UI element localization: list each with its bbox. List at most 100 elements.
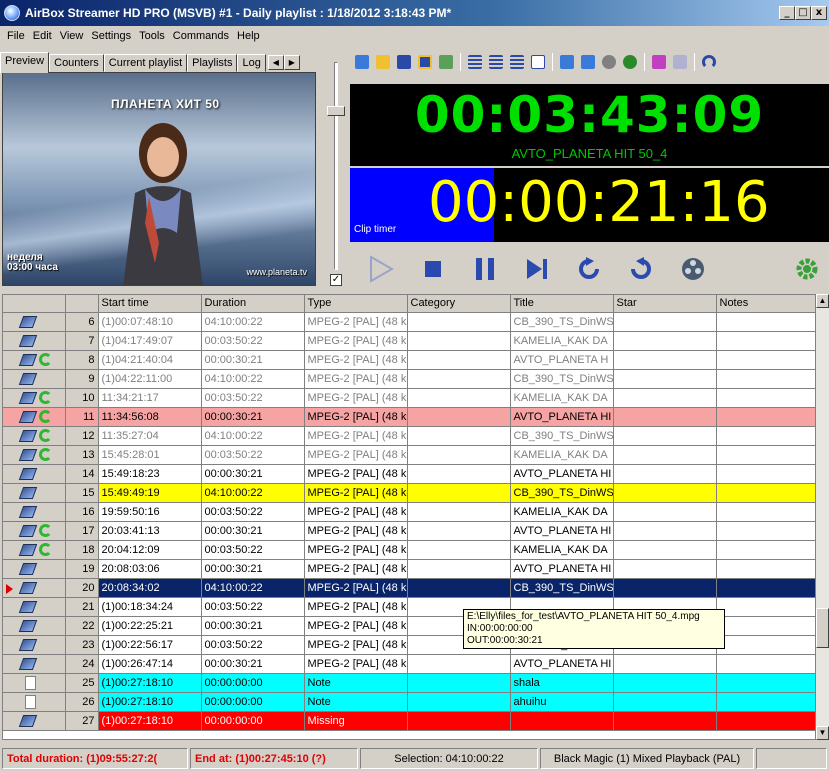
row-indicator[interactable]	[3, 521, 66, 541]
row-type[interactable]: MPEG-2 [PAL] (48 k	[304, 597, 408, 617]
row-notes[interactable]	[716, 711, 815, 731]
row-indicator[interactable]	[3, 388, 66, 408]
col-header-start-time[interactable]: Start time	[98, 295, 202, 313]
row-star[interactable]	[613, 369, 717, 389]
menu-tools[interactable]: Tools	[135, 30, 169, 42]
row-title[interactable]: KAMELIA_KAK DA	[510, 445, 614, 465]
row-category[interactable]	[407, 692, 511, 712]
row-start-time[interactable]: 15:49:18:23	[98, 464, 202, 484]
row-type[interactable]: MPEG-2 [PAL] (48 k	[304, 483, 408, 503]
row-start-time[interactable]: (1)00:26:47:14	[98, 654, 202, 674]
row-duration[interactable]: 00:00:30:21	[201, 559, 305, 579]
row-notes[interactable]	[716, 673, 815, 693]
row-start-time[interactable]: (1)00:27:18:10	[98, 673, 202, 693]
row-start-time[interactable]: 11:34:56:08	[98, 407, 202, 427]
menu-commands[interactable]: Commands	[169, 30, 233, 42]
row-indicator[interactable]	[3, 616, 66, 636]
row-number[interactable]: 20	[65, 578, 99, 598]
row-category[interactable]	[407, 521, 511, 541]
row-category[interactable]	[407, 407, 511, 427]
row-start-time[interactable]: 20:08:03:06	[98, 559, 202, 579]
row-start-time[interactable]: 20:08:34:02	[98, 578, 202, 598]
row-title[interactable]: ahuihu	[510, 692, 614, 712]
row-title[interactable]: KAMELIA_KAK DA	[510, 331, 614, 351]
record-icon[interactable]	[599, 52, 619, 72]
row-number[interactable]: 27	[65, 711, 99, 731]
row-indicator[interactable]	[3, 312, 66, 332]
row-start-time[interactable]: (1)00:18:34:24	[98, 597, 202, 617]
row-notes[interactable]	[716, 426, 815, 446]
row-star[interactable]	[613, 711, 717, 731]
row-number[interactable]: 18	[65, 540, 99, 560]
row-indicator[interactable]	[3, 597, 66, 617]
align-left-icon[interactable]	[465, 52, 485, 72]
row-title[interactable]	[510, 711, 614, 731]
row-indicator[interactable]	[3, 369, 66, 389]
row-start-time[interactable]: 20:04:12:09	[98, 540, 202, 560]
close-button[interactable]: x	[811, 6, 827, 20]
row-category[interactable]	[407, 388, 511, 408]
col-header-indicator[interactable]	[3, 295, 66, 313]
row-category[interactable]	[407, 502, 511, 522]
row-number[interactable]: 16	[65, 502, 99, 522]
row-duration[interactable]: 00:00:30:21	[201, 521, 305, 541]
col-header-notes[interactable]: Notes	[716, 295, 815, 313]
row-indicator[interactable]	[3, 711, 66, 731]
stop-icon[interactable]	[416, 252, 450, 286]
row-category[interactable]	[407, 483, 511, 503]
table-row[interactable]: 18 20:04:12:09 00:03:50:22 MPEG-2 [PAL] (48…	[3, 540, 815, 560]
table-row[interactable]: 9 (1)04:22:11:00 04:10:00:22 MPEG-2 [PAL] (…	[3, 369, 815, 389]
row-number[interactable]: 22	[65, 616, 99, 636]
row-start-time[interactable]: (1)04:17:49:07	[98, 331, 202, 351]
volume-slider-thumb[interactable]	[327, 106, 345, 116]
receive-icon[interactable]	[578, 52, 598, 72]
settings-gear-icon[interactable]	[790, 252, 824, 286]
row-start-time[interactable]: (1)04:21:40:04	[98, 350, 202, 370]
row-star[interactable]	[613, 312, 717, 332]
row-category[interactable]	[407, 464, 511, 484]
row-type[interactable]: MPEG-2 [PAL] (48 k	[304, 635, 408, 655]
row-indicator[interactable]	[3, 483, 66, 503]
row-type[interactable]: MPEG-2 [PAL] (48 k	[304, 521, 408, 541]
row-title[interactable]: AVTO_PLANETA HI	[510, 464, 614, 484]
row-start-time[interactable]: (1)00:27:18:10	[98, 711, 202, 731]
row-type[interactable]: Missing	[304, 711, 408, 731]
tab-log[interactable]: Log	[237, 54, 266, 72]
col-header-category[interactable]: Category	[407, 295, 511, 313]
row-category[interactable]	[407, 331, 511, 351]
row-title[interactable]: CB_390_TS_DinWS	[510, 312, 614, 332]
indent-icon[interactable]	[486, 52, 506, 72]
row-star[interactable]	[613, 502, 717, 522]
menu-view[interactable]: View	[56, 30, 88, 42]
row-number[interactable]: 26	[65, 692, 99, 712]
row-star[interactable]	[613, 388, 717, 408]
row-start-time[interactable]: 20:03:41:13	[98, 521, 202, 541]
tab-scroll-right-icon[interactable]: ▶	[283, 55, 300, 70]
scroll-thumb[interactable]	[816, 608, 829, 648]
tab-counters[interactable]: Counters	[49, 54, 104, 72]
row-indicator[interactable]	[3, 502, 66, 522]
row-type[interactable]: MPEG-2 [PAL] (48 k	[304, 369, 408, 389]
row-start-time[interactable]: (1)00:27:18:10	[98, 692, 202, 712]
row-duration[interactable]: 00:03:50:22	[201, 502, 305, 522]
row-duration[interactable]: 00:00:30:21	[201, 464, 305, 484]
row-notes[interactable]	[716, 692, 815, 712]
row-number[interactable]: 24	[65, 654, 99, 674]
row-number[interactable]: 19	[65, 559, 99, 579]
table-row[interactable]: 17 20:03:41:13 00:00:30:21 MPEG-2 [PAL] (48…	[3, 521, 815, 541]
row-star[interactable]	[613, 445, 717, 465]
import-icon[interactable]	[352, 52, 372, 72]
refresh-icon[interactable]	[620, 52, 640, 72]
tab-preview[interactable]: Preview	[0, 52, 50, 73]
edit-icon[interactable]	[436, 52, 456, 72]
row-star[interactable]	[613, 331, 717, 351]
menu-help[interactable]: Help	[233, 30, 264, 42]
row-indicator[interactable]	[3, 464, 66, 484]
row-title[interactable]: AVTO_PLANETA HI	[510, 559, 614, 579]
save-as-icon[interactable]	[415, 52, 435, 72]
row-duration[interactable]: 04:10:00:22	[201, 483, 305, 503]
row-category[interactable]	[407, 312, 511, 332]
row-duration[interactable]: 00:00:30:21	[201, 407, 305, 427]
row-category[interactable]	[407, 578, 511, 598]
row-number[interactable]: 6	[65, 312, 99, 332]
